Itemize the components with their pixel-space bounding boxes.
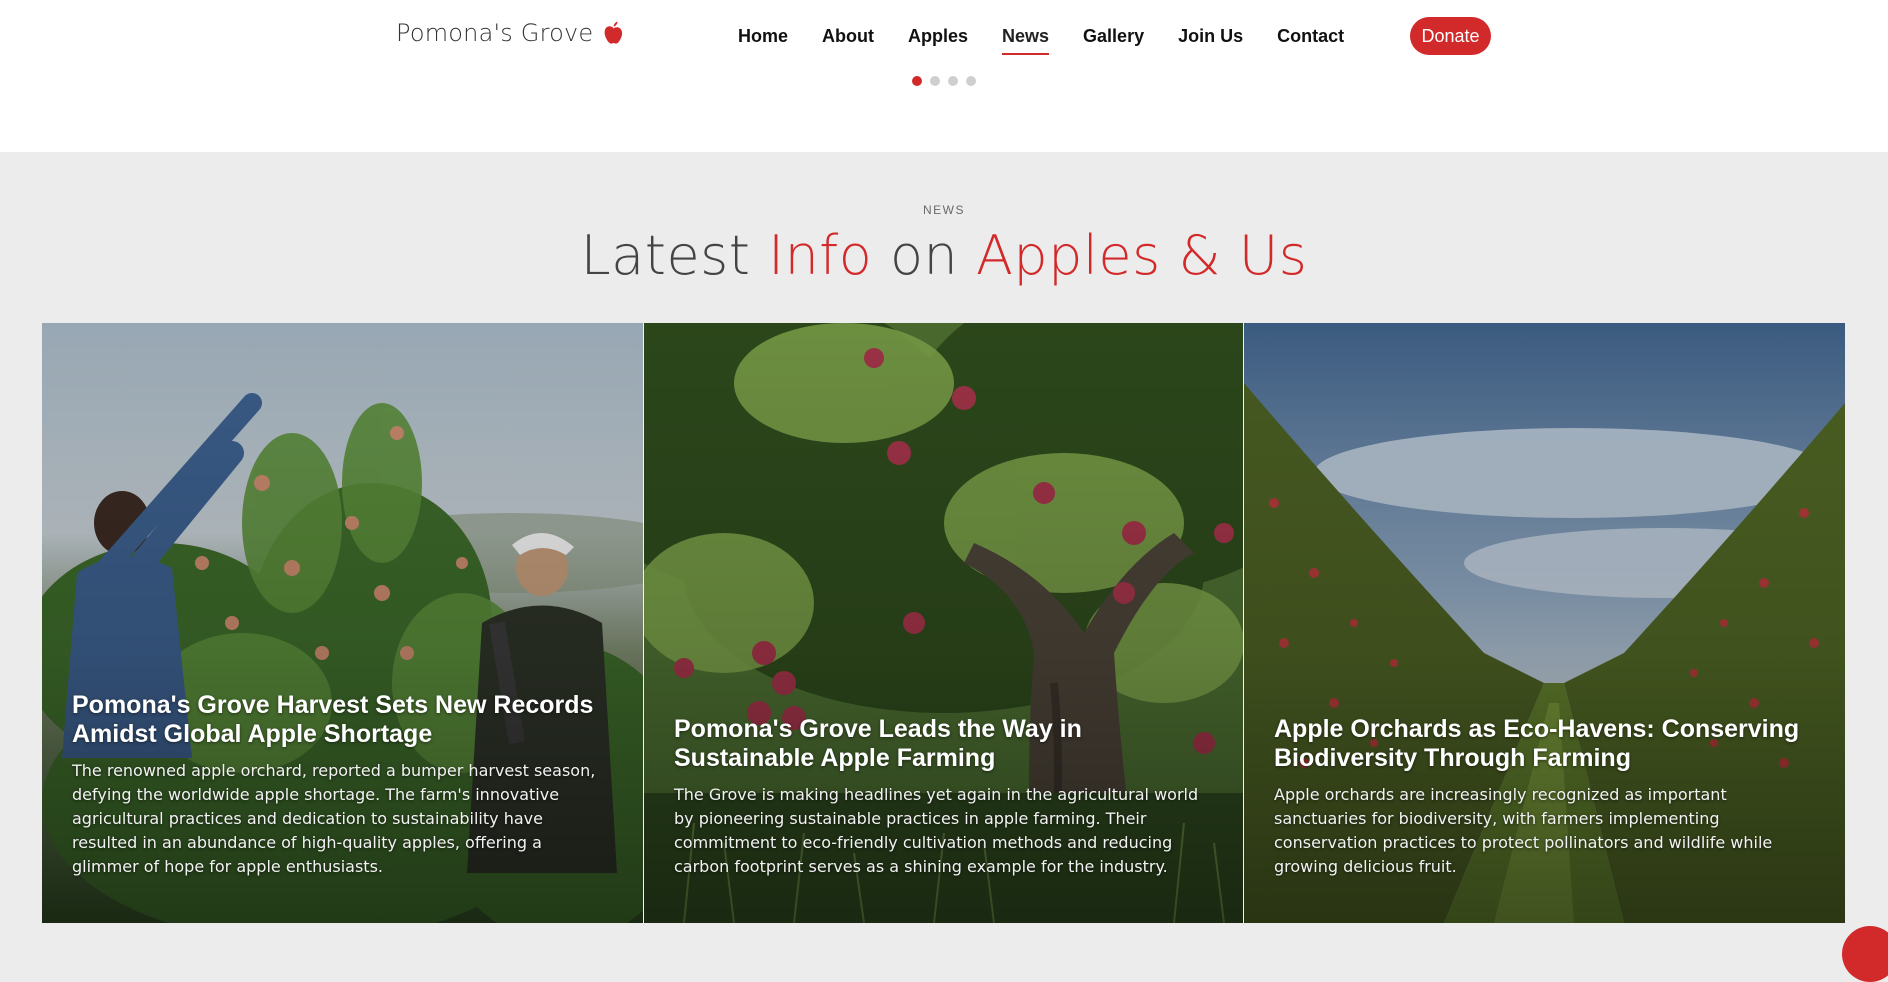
nav-contact[interactable]: Contact [1277,24,1344,55]
heading-part-on: on [872,224,976,287]
nav-gallery[interactable]: Gallery [1083,24,1144,55]
carousel-dot-1[interactable] [912,76,922,86]
card-excerpt: The Grove is making headlines yet again … [674,785,1199,876]
card-excerpt: Apple orchards are increasingly recogniz… [1274,785,1773,876]
card-title[interactable]: Pomona's Grove Harvest Sets New Records … [72,691,613,749]
card-title[interactable]: Apple Orchards as Eco-Havens: Conserving… [1274,715,1815,773]
main-nav: Home About Apples News Gallery Join Us C… [738,24,1378,55]
news-card-sustainable[interactable]: Pomona's Grove Leads the Way in Sustaina… [644,323,1244,923]
heading-part-apples-us: Apples & Us [975,224,1308,287]
chat-launcher-button[interactable] [1842,926,1888,982]
nav-about[interactable]: About [822,24,874,55]
carousel-dot-2[interactable] [930,76,940,86]
site-logo[interactable]: Pomona's Grove [396,19,625,47]
card-body: Pomona's Grove Harvest Sets New Records … [72,691,613,879]
nav-join-us[interactable]: Join Us [1178,24,1243,55]
nav-apples[interactable]: Apples [908,24,968,55]
carousel-dot-3[interactable] [948,76,958,86]
section-heading: Latest Info on Apples & Us [0,224,1888,287]
apple-icon [605,21,623,44]
site-header: Pomona's Grove Home About Apples News Ga… [0,0,1888,152]
nav-home[interactable]: Home [738,24,788,55]
donate-button[interactable]: Donate [1410,17,1491,55]
heading-part-latest: Latest [580,224,769,287]
card-title[interactable]: Pomona's Grove Leads the Way in Sustaina… [674,715,1213,773]
card-excerpt: The renowned apple orchard, reported a b… [72,761,596,876]
card-body: Pomona's Grove Leads the Way in Sustaina… [674,715,1213,879]
section-eyebrow: NEWS [923,203,965,217]
heading-part-info: Info [768,224,873,287]
news-card-biodiversity[interactable]: Apple Orchards as Eco-Havens: Conserving… [1244,323,1845,923]
carousel-dot-4[interactable] [966,76,976,86]
news-cards: Pomona's Grove Harvest Sets New Records … [42,323,1845,923]
card-body: Apple Orchards as Eco-Havens: Conserving… [1274,715,1815,879]
carousel-dots [912,76,976,86]
brand-name: Pomona's Grove [396,19,594,47]
news-card-harvest[interactable]: Pomona's Grove Harvest Sets New Records … [42,323,644,923]
nav-news[interactable]: News [1002,24,1050,55]
